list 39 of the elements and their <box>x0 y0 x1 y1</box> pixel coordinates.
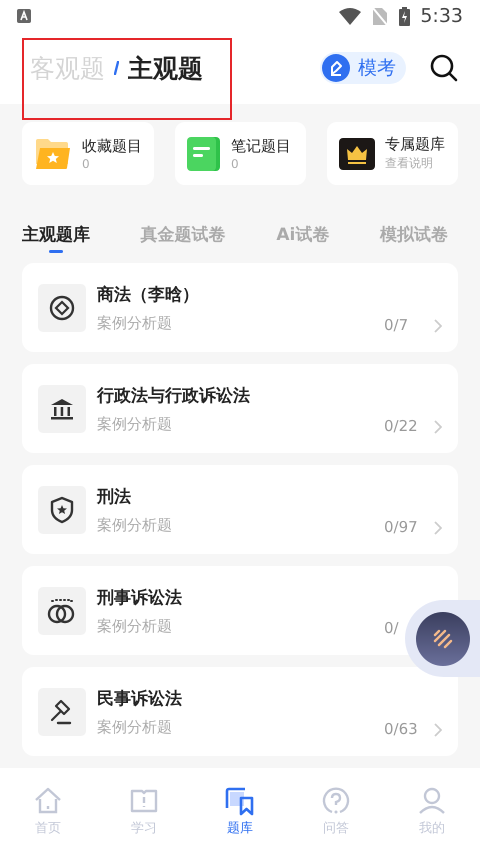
nav-label: 学习 <box>131 820 157 837</box>
nav-label: 问答 <box>323 820 349 837</box>
category-tab[interactable]: 主观题库 <box>22 223 90 249</box>
mode-tab[interactable]: 主观题 <box>128 52 203 84</box>
shortcut-card[interactable]: 专属题库 查看说明 <box>327 122 458 185</box>
mock-exam-button[interactable]: 模考 <box>320 52 406 84</box>
nav-item[interactable]: 题库 <box>210 786 270 852</box>
subject-card[interactable]: 刑事诉讼法 案例分析题 0/ <box>22 566 458 655</box>
subject-card[interactable]: 民事诉讼法 案例分析题 0/63 <box>22 667 458 756</box>
question-type: 案例分析题 <box>97 414 173 434</box>
shortcut-title: 专属题库 <box>385 135 445 154</box>
nav-label: 题库 <box>227 820 253 837</box>
progress-count: 0/97 <box>384 518 418 536</box>
subject-title: 行政法与行政诉讼法 <box>97 384 251 406</box>
progress-count: 0/7 <box>384 316 408 334</box>
shortcut-subtitle: 0 <box>82 156 91 170</box>
nav-label: 首页 <box>35 820 61 837</box>
subject-title: 民事诉讼法 <box>97 688 183 710</box>
subject-card[interactable]: 商法（李晗） 案例分析题 0/7 <box>22 263 458 352</box>
shortcut-title: 收藏题目 <box>82 136 142 156</box>
shortcut-subtitle: 0 <box>231 156 240 170</box>
clock-time: 5:33 <box>420 5 463 27</box>
question-type: 案例分析题 <box>97 314 173 332</box>
question-type: 案例分析题 <box>97 516 173 534</box>
progress-count: 0/ <box>384 619 399 637</box>
progress-count: 0/22 <box>384 417 418 435</box>
shortcut-subtitle: 查看说明 <box>385 155 434 172</box>
shortcut-title: 笔记题目 <box>231 136 291 156</box>
shortcut-card[interactable]: 笔记题目 0 <box>175 122 306 185</box>
subject-title: 商法（李晗） <box>97 284 200 306</box>
subject-card[interactable]: 刑法 案例分析题 0/97 <box>22 465 458 554</box>
progress-count: 0/63 <box>384 720 418 738</box>
question-type: 案例分析题 <box>97 616 173 636</box>
nav-label: 我的 <box>419 820 445 837</box>
subject-title: 刑法 <box>97 486 132 508</box>
question-type: 案例分析题 <box>97 718 173 736</box>
subject-title: 刑事诉讼法 <box>97 586 183 608</box>
subject-card[interactable]: 行政法与行政诉讼法 案例分析题 0/22 <box>22 364 458 453</box>
shortcut-card[interactable]: 收藏题目 0 <box>22 122 154 185</box>
